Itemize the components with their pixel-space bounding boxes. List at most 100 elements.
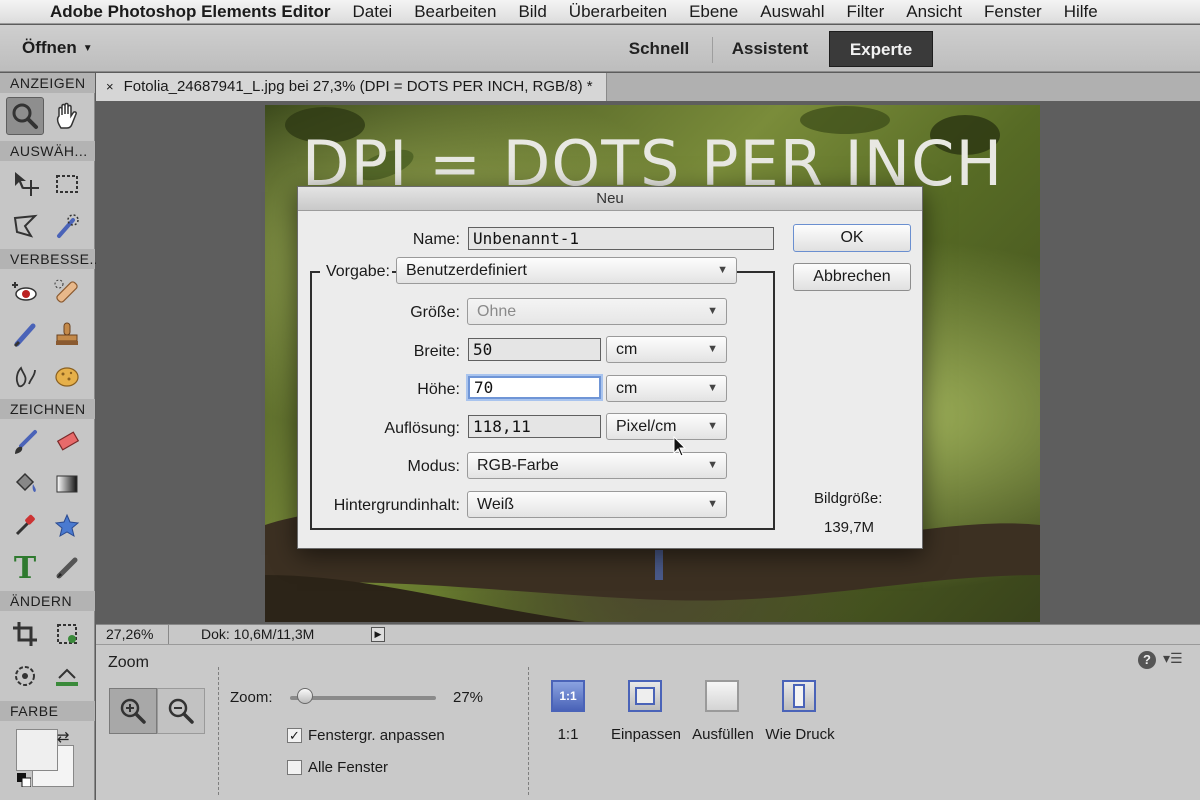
chevron-down-icon: ▼ [707, 420, 718, 432]
height-label: Höhe: [417, 381, 460, 398]
actual-pixels-button[interactable]: 1:1 [551, 680, 585, 712]
sponge-tool-icon[interactable] [48, 357, 86, 395]
mode-select[interactable]: RGB-Farbe ▼ [467, 452, 727, 479]
fill-screen-button[interactable] [705, 680, 739, 712]
all-windows-checkbox[interactable] [287, 760, 302, 775]
options-divider [528, 667, 529, 795]
tool-options-panel: Zoom ? ▾☰ Zoom: 27% ✓ Fenstergr. anpasse… [96, 644, 1200, 800]
preset-label: Vorgabe: [320, 263, 392, 281]
menu-ueberarbeiten[interactable]: Überarbeiten [569, 2, 667, 22]
image-size-label: Bildgröße: [814, 490, 883, 507]
crop-tool-icon[interactable] [6, 615, 44, 653]
resolution-input[interactable]: 118,11 [468, 415, 601, 438]
eyedropper-icon[interactable] [6, 507, 44, 545]
fit-window-checkbox[interactable]: ✓ [287, 728, 302, 743]
menu-datei[interactable]: Datei [353, 2, 393, 22]
gradient-tool-icon[interactable] [48, 465, 86, 503]
zoom-slider-thumb[interactable] [296, 688, 313, 704]
recompose-tool-icon[interactable] [48, 615, 86, 653]
menu-filter[interactable]: Filter [847, 2, 885, 22]
red-eye-icon[interactable] [6, 273, 44, 311]
print-size-button[interactable] [782, 680, 816, 712]
custom-shape-icon[interactable] [48, 507, 86, 545]
swap-colors-icon[interactable]: ⇄ [57, 728, 70, 746]
zoom-in-button[interactable] [109, 688, 157, 734]
document-tab[interactable]: × Fotolia_24687941_L.jpg bei 27,3% (DPI =… [96, 73, 607, 101]
zoom-status[interactable]: 27,26% [96, 625, 169, 645]
content-aware-move-icon[interactable] [6, 657, 44, 695]
size-select[interactable]: Ohne ▼ [467, 298, 727, 325]
lasso-tool-icon[interactable] [6, 207, 44, 245]
mode-schnell-button[interactable]: Schnell [614, 34, 704, 64]
eraser-tool-icon[interactable] [48, 423, 86, 461]
mode-experte-button[interactable]: Experte [829, 31, 933, 67]
app-name-menu[interactable]: Adobe Photoshop Elements Editor [50, 2, 331, 22]
menu-fenster[interactable]: Fenster [984, 2, 1042, 22]
preset-value: Benutzerdefiniert [406, 262, 527, 279]
background-label: Hintergrundinhalt: [333, 497, 460, 514]
zoom-out-icon [168, 698, 194, 724]
clone-stamp-icon[interactable] [48, 315, 86, 353]
status-menu-arrow-icon[interactable]: ▶ [371, 627, 385, 642]
menu-bild[interactable]: Bild [518, 2, 546, 22]
document-tab-title: Fotolia_24687941_L.jpg bei 27,3% (DPI = … [123, 78, 593, 95]
pencil-tool-icon[interactable] [48, 549, 86, 587]
mode-assistent-button[interactable]: Assistent [715, 34, 825, 64]
zoom-out-button[interactable] [157, 688, 205, 734]
chevron-down-icon: ▼ [707, 382, 718, 394]
foreground-color-swatch[interactable] [16, 729, 58, 771]
brush-tool-icon[interactable] [6, 423, 44, 461]
background-select[interactable]: Weiß ▼ [467, 491, 727, 518]
width-input[interactable]: 50 [468, 338, 601, 361]
mode-label: Modus: [407, 458, 460, 475]
close-tab-icon[interactable]: × [106, 79, 114, 94]
straighten-tool-icon[interactable] [48, 657, 86, 695]
menu-ebene[interactable]: Ebene [689, 2, 738, 22]
background-value: Weiß [477, 496, 515, 513]
panel-menu-icon[interactable]: ▾☰ [1163, 650, 1183, 667]
default-colors-icon[interactable] [17, 773, 31, 787]
width-unit-select[interactable]: cm ▼ [606, 336, 727, 363]
fit-screen-icon [635, 687, 655, 705]
paint-bucket-icon[interactable] [6, 465, 44, 503]
tool-options-title: Zoom [108, 654, 149, 671]
status-bar: 27,26% Dok: 10,6M/11,3M ▶ [96, 624, 1200, 645]
section-anzeigen: ANZEIGEN [0, 73, 95, 93]
menu-auswahl[interactable]: Auswahl [760, 2, 824, 22]
height-unit-select[interactable]: cm ▼ [606, 375, 727, 402]
fit-screen-button[interactable] [628, 680, 662, 712]
section-farbe: FARBE [0, 701, 95, 721]
move-tool-icon[interactable] [6, 165, 44, 203]
mode-bar: Öffnen ▼ Schnell Assistent Experte [0, 25, 1200, 72]
zoom-tool-icon[interactable] [6, 97, 44, 135]
new-document-dialog: Neu Name: Unbenannt-1 Vorgabe: Benutzerd… [297, 186, 923, 549]
smart-brush-icon[interactable] [6, 315, 44, 353]
hand-tool-icon[interactable] [48, 97, 86, 135]
height-input[interactable]: 70 [468, 376, 601, 399]
dialog-title[interactable]: Neu [298, 187, 922, 211]
image-size-value: 139,7M [824, 519, 875, 536]
resolution-unit-select[interactable]: Pixel/cm ▼ [606, 413, 727, 440]
preset-select[interactable]: Benutzerdefiniert ▼ [396, 257, 737, 284]
menu-bearbeiten[interactable]: Bearbeiten [414, 2, 496, 22]
resolution-label: Auflösung: [384, 420, 460, 437]
quick-selection-icon[interactable] [48, 207, 86, 245]
chevron-down-icon: ▼ [717, 264, 728, 276]
menu-hilfe[interactable]: Hilfe [1064, 2, 1098, 22]
chevron-down-icon: ▼ [707, 343, 718, 355]
marquee-tool-icon[interactable] [48, 165, 86, 203]
name-input[interactable]: Unbenannt-1 [468, 227, 774, 250]
text-tool-icon[interactable]: T [6, 549, 44, 587]
print-size-icon [793, 684, 805, 708]
open-button[interactable]: Öffnen ▼ [22, 38, 93, 58]
blur-tool-icon[interactable] [6, 357, 44, 395]
fit-window-label: Fenstergr. anpassen [308, 727, 445, 744]
menu-ansicht[interactable]: Ansicht [906, 2, 962, 22]
chevron-down-icon: ▼ [707, 459, 718, 471]
open-label: Öffnen [22, 38, 77, 57]
mode-value: RGB-Farbe [477, 457, 559, 474]
cancel-button[interactable]: Abbrechen [793, 263, 911, 291]
ok-button[interactable]: OK [793, 224, 911, 252]
spot-healing-icon[interactable] [48, 273, 86, 311]
help-icon[interactable]: ? [1138, 651, 1156, 669]
